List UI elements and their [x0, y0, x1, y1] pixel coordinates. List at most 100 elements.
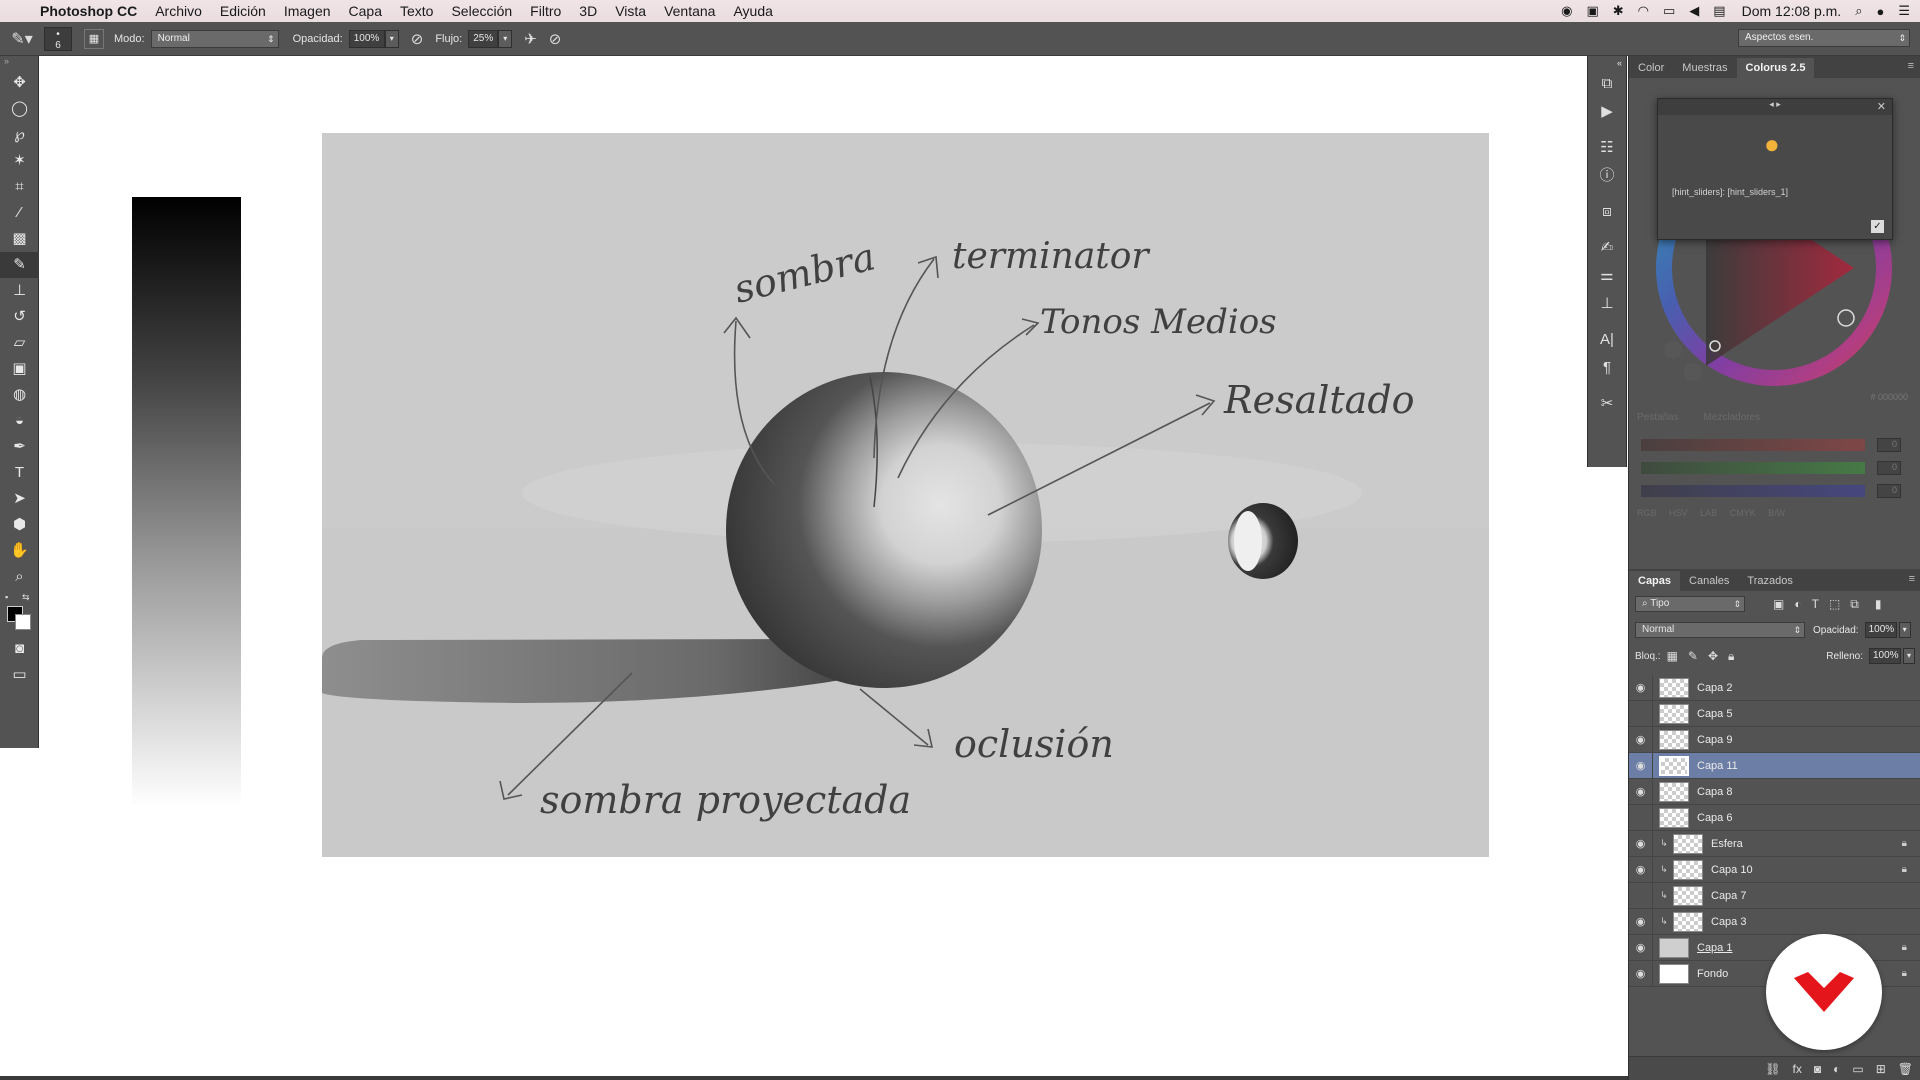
blur-tool-icon[interactable]: ◍ — [0, 382, 39, 408]
mode-cmyk[interactable]: CMYK — [1730, 508, 1756, 518]
subtab-pestanas[interactable]: Pestañas — [1637, 412, 1679, 423]
siri-icon[interactable]: ● — [1876, 4, 1884, 19]
tool-presets-panel-icon[interactable]: ✂ — [1588, 390, 1626, 418]
filter-adjustment-icon[interactable]: ◐ — [1794, 597, 1801, 611]
mode-select[interactable]: Normal — [150, 29, 279, 48]
quick-mask-icon[interactable]: ◙ — [0, 636, 39, 662]
menu-archivo[interactable]: Archivo — [155, 3, 202, 19]
layer-row[interactable]: ↳ Capa 7 — [1629, 882, 1920, 909]
menu-edicion[interactable]: Edición — [220, 3, 266, 19]
opacity-input[interactable]: 100% — [348, 29, 385, 48]
layer-opacity-dropdown[interactable]: ▾ — [1898, 622, 1911, 638]
layer-row[interactable]: ◉ ↳ Capa 3 — [1629, 908, 1920, 935]
tab-canales[interactable]: Canales — [1680, 571, 1738, 591]
filter-toggle-icon[interactable]: ▮ — [1875, 597, 1882, 611]
blue-slider[interactable] — [1641, 485, 1865, 497]
lock-pixels-icon[interactable]: ✎ — [1688, 649, 1698, 663]
lock-transparent-icon[interactable]: ▦ — [1667, 649, 1678, 663]
opacity-dropdown[interactable]: ▾ — [384, 29, 399, 48]
tab-colorus[interactable]: Colorus 2.5 — [1736, 58, 1815, 78]
delete-layer-icon[interactable]: 🗑︎ — [1898, 1062, 1913, 1076]
menu-capa[interactable]: Capa — [349, 3, 382, 19]
magic-wand-tool-icon[interactable]: ✶ — [0, 148, 39, 174]
marquee-tool-icon[interactable]: ◯ — [0, 96, 39, 122]
airplay-icon[interactable]: ▭ — [1663, 3, 1675, 19]
tab-trazados[interactable]: Trazados — [1738, 571, 1801, 591]
tab-capas[interactable]: Capas — [1629, 571, 1681, 591]
brush-size-picker[interactable]: • 6 — [44, 26, 72, 51]
filter-shape-icon[interactable]: ⬚ — [1829, 597, 1840, 611]
crop-tool-icon[interactable]: ⌗ — [0, 174, 39, 200]
zoom-tool-icon[interactable]: ⌕ — [0, 564, 39, 590]
move-tool-icon[interactable]: ✥ — [0, 70, 39, 96]
green-slider[interactable] — [1641, 462, 1865, 474]
menu-seleccion[interactable]: Selección — [451, 3, 512, 19]
paragraph-panel-icon[interactable]: ¶ — [1588, 354, 1626, 382]
spotlight-search-icon[interactable]: ⌕ — [1855, 3, 1862, 19]
healing-brush-tool-icon[interactable]: ▩ — [0, 226, 39, 252]
visibility-toggle[interactable]: ◉ — [1629, 856, 1653, 883]
eraser-tool-icon[interactable]: ▱ — [0, 330, 39, 356]
flow-dropdown[interactable]: ▾ — [498, 29, 513, 48]
type-tool-icon[interactable]: T — [0, 460, 39, 486]
workspace-select[interactable]: Aspectos esen. — [1738, 29, 1910, 47]
red-value[interactable]: 0 — [1877, 438, 1901, 452]
notification-center-icon[interactable]: ☰ — [1898, 3, 1910, 19]
info-panel-icon[interactable]: ⓘ — [1588, 162, 1626, 190]
clone-stamp-tool-icon[interactable]: ⊥ — [0, 278, 39, 304]
mode-bw[interactable]: B/W — [1768, 508, 1785, 518]
properties-panel-icon[interactable]: ☷ — [1588, 134, 1626, 162]
actions-panel-icon[interactable]: ▶ — [1588, 98, 1626, 126]
filter-pixel-icon[interactable]: ▣ — [1773, 597, 1784, 611]
green-value[interactable]: 0 — [1877, 461, 1901, 475]
wifi-icon[interactable]: ◠ — [1638, 3, 1649, 19]
lasso-tool-icon[interactable]: ℘ — [0, 122, 39, 148]
pressure-size-icon[interactable]: ⊘ — [549, 30, 562, 48]
screen-mode-icon[interactable]: ▭ — [0, 662, 39, 688]
gradient-tool-icon[interactable]: ▣ — [0, 356, 39, 382]
brush-tool-icon[interactable]: ✎ — [0, 252, 39, 278]
popup-prev-next-icon[interactable]: ◂ ▸ — [1769, 99, 1781, 109]
layer-row[interactable]: ◉ Capa 8 — [1629, 778, 1920, 805]
screen-share-icon[interactable]: ▣ — [1586, 3, 1598, 19]
history-panel-icon[interactable]: ⧉ — [1588, 70, 1626, 98]
filter-smart-object-icon[interactable]: ⧉ — [1850, 597, 1859, 612]
eyedropper-tool-icon[interactable]: ⁄ — [0, 200, 39, 226]
layer-row[interactable]: Capa 6 — [1629, 804, 1920, 831]
pen-tool-icon[interactable]: ✒ — [0, 434, 39, 460]
lock-all-icon[interactable]: 🔒︎ — [1728, 649, 1734, 664]
tools-grip-icon[interactable]: » — [0, 56, 38, 70]
mode-lab[interactable]: LAB — [1700, 508, 1717, 518]
subtab-mezcladores[interactable]: Mezcladores — [1703, 412, 1760, 423]
shape-tool-icon[interactable]: ⬢ — [0, 512, 39, 538]
menu-app-name[interactable]: Photoshop CC — [40, 3, 137, 19]
pressure-opacity-icon[interactable]: ⊘ — [411, 30, 424, 48]
lock-position-icon[interactable]: ✥ — [1708, 649, 1718, 663]
menu-imagen[interactable]: Imagen — [284, 3, 331, 19]
visibility-toggle[interactable] — [1629, 700, 1653, 727]
menu-vista[interactable]: Vista — [615, 3, 646, 19]
adjustment-layer-icon[interactable]: ◐ — [1833, 1062, 1840, 1076]
visibility-toggle[interactable]: ◉ — [1629, 908, 1653, 935]
blue-value[interactable]: 0 — [1877, 484, 1901, 498]
visibility-toggle[interactable]: ◉ — [1629, 960, 1653, 987]
default-colors-icon[interactable]: ▪ — [5, 592, 8, 602]
menu-ventana[interactable]: Ventana — [664, 3, 715, 19]
volume-icon[interactable]: ◀ — [1689, 3, 1699, 19]
blend-mode-select[interactable]: Normal — [1635, 622, 1805, 638]
clock[interactable]: Dom 12:08 p.m. — [1742, 3, 1842, 19]
layer-opacity-input[interactable]: 100% — [1864, 622, 1897, 638]
layer-row[interactable]: ◉ Capa 1 🔒︎ — [1629, 934, 1920, 961]
flow-input[interactable]: 25% — [468, 29, 499, 48]
mode-rgb[interactable]: RGB — [1637, 508, 1657, 518]
path-selection-tool-icon[interactable]: ➤ — [0, 486, 39, 512]
mode-hsv[interactable]: HSV — [1669, 508, 1688, 518]
visibility-toggle[interactable]: ◉ — [1629, 674, 1653, 701]
background-color-swatch[interactable] — [15, 614, 31, 630]
layer-row[interactable]: ◉ ↳ Esfera 🔒︎ — [1629, 830, 1920, 857]
visibility-toggle[interactable]: ◉ — [1629, 726, 1653, 753]
color-wheel[interactable] — [1643, 210, 1905, 440]
red-slider[interactable] — [1641, 439, 1865, 451]
layer-row[interactable]: ◉ Capa 2 — [1629, 674, 1920, 701]
hex-value[interactable]: # 000000 — [1870, 392, 1908, 402]
